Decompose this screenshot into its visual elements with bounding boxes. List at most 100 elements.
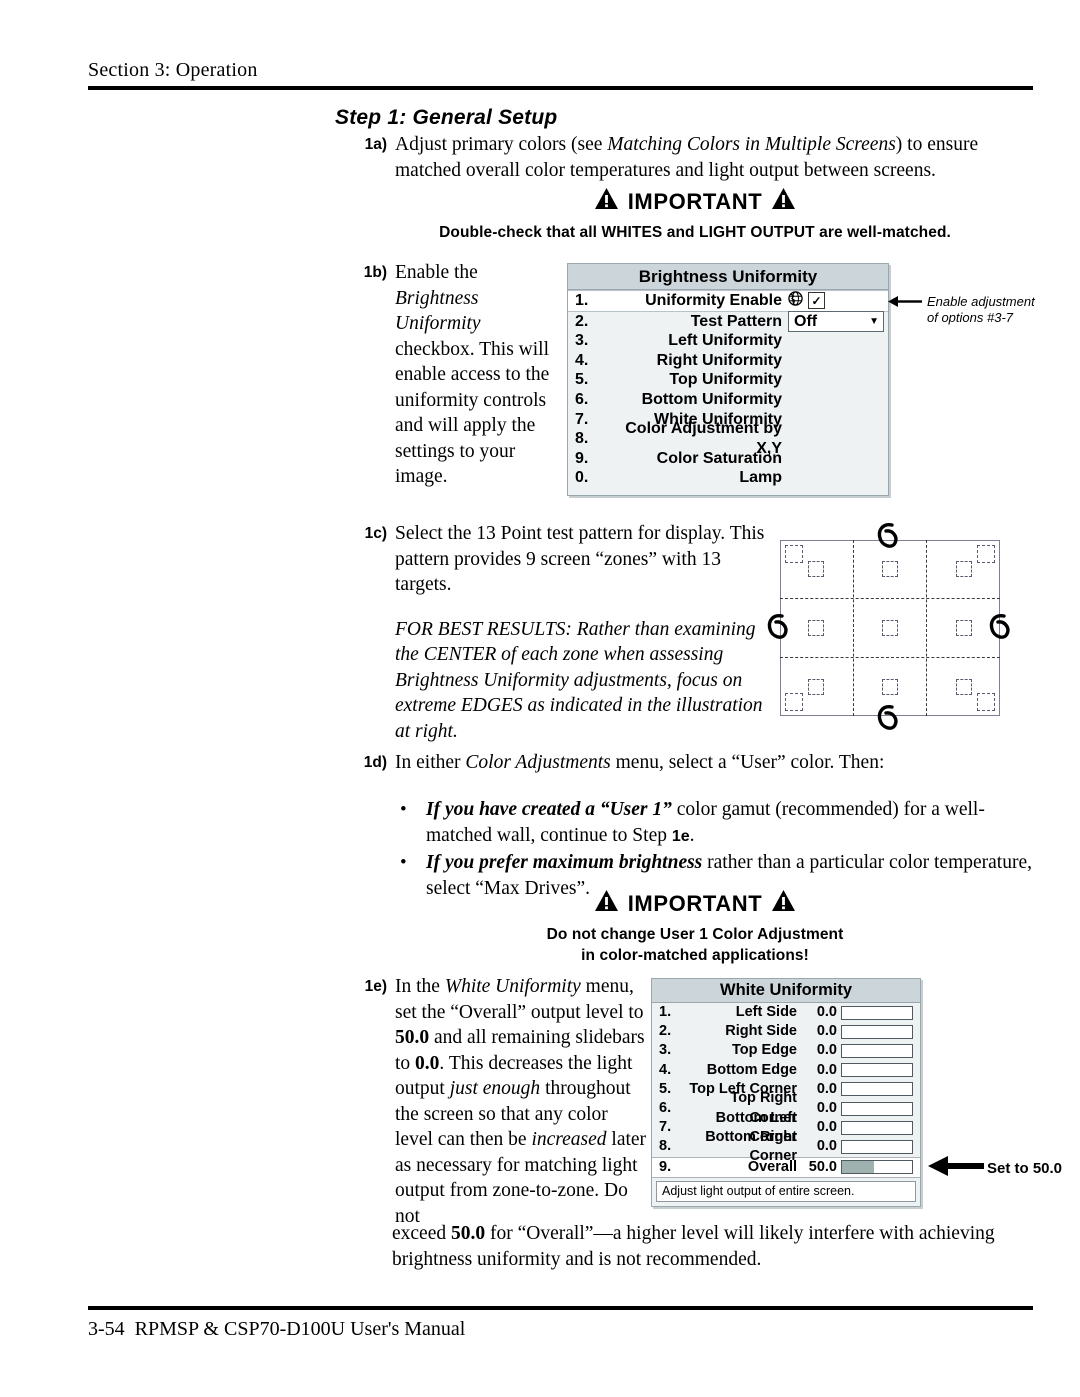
footer-manual-title: RPMSP & CSP70-D100U User's Manual — [134, 1318, 466, 1340]
menu-item-number: 7. — [659, 1119, 672, 1136]
step-1b-body: Enable the Brightness Uniformity checkbo… — [395, 260, 557, 490]
document-page: Section 3: Operation Step 1: General Set… — [0, 0, 1080, 1397]
menu-item-lamp[interactable]: 0. Lamp — [568, 468, 888, 488]
menu-item-left-side[interactable]: 1. Left Side 0.0 — [652, 1003, 920, 1022]
menu-item-test-pattern[interactable]: 2. Test Pattern Off ▼ — [568, 310, 888, 332]
header-section-title: Section 3: Operation — [88, 59, 258, 81]
slidebar[interactable] — [841, 1024, 913, 1039]
menu-item-value: 0.0 — [816, 1099, 837, 1116]
step-1e-bold-1: 50.0 — [395, 1027, 430, 1048]
menu-item-color-saturation[interactable]: 9. Color Saturation — [568, 449, 888, 469]
white-uniformity-hint: Adjust light output of entire screen. — [656, 1180, 916, 1202]
test-pattern-zone-target — [882, 620, 898, 636]
menu-item-right-side[interactable]: 2. Right Side 0.0 — [652, 1022, 920, 1041]
slidebar[interactable] — [841, 1082, 913, 1097]
step-1e-label: 1e) — [364, 978, 387, 995]
menu-bottom-padding — [568, 488, 888, 495]
menu-item-color-adjustment-xy[interactable]: 8. Color Adjustment by X,Y — [568, 420, 888, 457]
menu-item-number: 0. — [575, 469, 589, 487]
menu-item-label: Uniformity Enable — [645, 292, 782, 309]
test-pattern-zone-target — [808, 620, 824, 636]
important-heading-row: IMPORTANT — [357, 890, 1033, 917]
uniformity-enable-checkbox[interactable]: ✓ — [808, 292, 825, 310]
menu-item-right-uniformity[interactable]: 4. Right Uniformity — [568, 351, 888, 371]
menu-item-number: 2. — [575, 312, 589, 330]
test-pattern-corner-target — [977, 545, 995, 563]
test-pattern-zone-target — [808, 561, 824, 577]
step-1a-body: Adjust primary colors (see Matching Colo… — [395, 132, 1033, 183]
menu-item-value: 50.0 — [808, 1158, 837, 1175]
menu-item-number: 8. — [659, 1138, 672, 1155]
annotation-set-to-50: Set to 50.0 — [928, 1155, 1062, 1182]
footer-page-number: 3-54 — [88, 1318, 125, 1340]
menu-item-number: 3. — [575, 332, 589, 350]
menu-item-top-uniformity[interactable]: 5. Top Uniformity — [568, 370, 888, 390]
slidebar[interactable] — [841, 1139, 913, 1154]
menu-item-value: 0.0 — [816, 1042, 837, 1059]
step-1a-text-italic: Matching Colors in Multiple Screens — [607, 134, 896, 155]
step-1b: 1b) Enable the Brightness Uniformity che… — [357, 260, 557, 490]
menu-item-overall[interactable]: 9. Overall 50.0 — [652, 1156, 920, 1178]
test-pattern-zone-target — [882, 679, 898, 695]
important-note-2-line-2: in color-matched applications! — [581, 947, 809, 964]
slidebar-overall[interactable] — [841, 1160, 913, 1175]
step-1a-label: 1a) — [364, 136, 387, 153]
edge-emphasis-circle-icon — [876, 522, 902, 552]
bullet-icon: • — [400, 799, 407, 820]
menu-item-number: 7. — [575, 410, 589, 428]
step-1d-text-italic: Color Adjustments — [465, 752, 611, 773]
important-heading-row: IMPORTANT — [357, 188, 1033, 215]
step-1c-label: 1c) — [364, 525, 387, 542]
slidebar[interactable] — [841, 1101, 913, 1116]
step-1c: 1c) Select the 13 Point test pattern for… — [357, 521, 767, 744]
step-1b-label: 1b) — [363, 264, 387, 281]
menu-item-label: Left Uniformity — [668, 332, 782, 350]
menu-item-label: Color Saturation — [656, 449, 782, 467]
menu-item-bottom-edge[interactable]: 4. Bottom Edge 0.0 — [652, 1061, 920, 1080]
menu-item-uniformity-enable[interactable]: 1. Uniformity Enable ✓ — [568, 290, 888, 312]
annotation-enable-adjustment-text: Enable adjustment of options #3-7 — [927, 294, 1035, 325]
important-note-2-line-1: Do not change User 1 Color Adjustment — [546, 926, 844, 943]
menu-item-label: Top Edge — [732, 1042, 797, 1059]
white-uniformity-menu[interactable]: White Uniformity 1. Left Side 0.0 2. Rig… — [651, 978, 921, 1207]
uniformity-enable-control[interactable]: ✓ — [782, 290, 888, 312]
slidebar[interactable] — [841, 1043, 913, 1058]
test-pattern-hline — [780, 657, 1000, 658]
step-1a-text-1: Adjust primary colors (see — [395, 134, 608, 155]
list-item: • If you have created a “User 1” color g… — [400, 797, 1036, 849]
brightness-uniformity-menu[interactable]: Brightness Uniformity 1. Uniformity Enab… — [567, 263, 889, 496]
menu-item-value: 0.0 — [816, 1023, 837, 1040]
slidebar[interactable] — [841, 1120, 913, 1135]
test-pattern-zone-target — [956, 561, 972, 577]
test-pattern-vline — [926, 540, 927, 716]
menu-item-number: 6. — [659, 1099, 672, 1116]
menu-item-number: 4. — [659, 1061, 672, 1078]
test-pattern-control[interactable]: Off ▼ — [782, 310, 888, 332]
step-1e-tail-bold: 50.0 — [451, 1223, 486, 1244]
menu-item-number: 5. — [575, 371, 589, 389]
menu-item-left-uniformity[interactable]: 3. Left Uniformity — [568, 331, 888, 351]
left-arrow-icon — [928, 1155, 984, 1182]
step-1d-text-2: menu, select a “User” color. Then: — [610, 752, 885, 773]
slidebar[interactable] — [841, 1063, 913, 1078]
slidebar[interactable] — [841, 1005, 913, 1020]
test-pattern-dropdown[interactable]: Off ▼ — [788, 310, 884, 332]
step-1e-tail-1: exceed — [392, 1223, 451, 1244]
thirteen-point-test-pattern-illustration — [767, 523, 1010, 730]
menu-item-label: Top Uniformity — [669, 371, 782, 389]
step-1e: 1e) In the White Uniformity menu, set th… — [357, 974, 647, 1229]
edge-emphasis-circle-icon — [766, 613, 792, 643]
footer-rule — [88, 1306, 1033, 1310]
step-1e-text-italic: White Uniformity — [444, 976, 581, 997]
menu-item-bottom-right-corner[interactable]: 8. Bottom Right Corner 0.0 — [652, 1129, 920, 1164]
menu-item-top-edge[interactable]: 3. Top Edge 0.0 — [652, 1041, 920, 1060]
step-1b-text-1: Enable the — [395, 262, 478, 283]
test-pattern-zone-target — [956, 679, 972, 695]
menu-item-label: Bottom Edge — [706, 1061, 797, 1078]
step-1d-label: 1d) — [363, 754, 387, 771]
menu-item-number: 3. — [659, 1042, 672, 1059]
menu-item-value: 0.0 — [816, 1138, 837, 1155]
menu-item-number: 6. — [575, 390, 589, 408]
important-callout-1: IMPORTANT Double-check that all WHITES a… — [357, 188, 1033, 243]
menu-item-bottom-uniformity[interactable]: 6. Bottom Uniformity — [568, 390, 888, 410]
